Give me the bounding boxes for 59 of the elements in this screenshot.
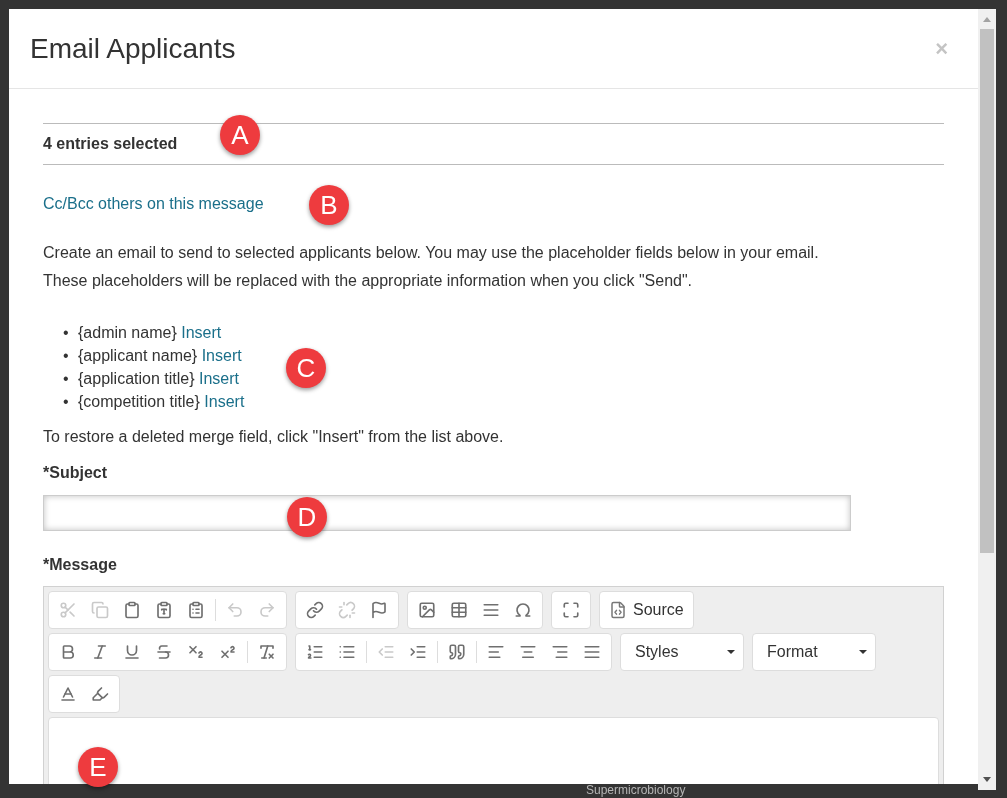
highlight-color-icon [91, 685, 109, 703]
bullet: • [63, 323, 69, 343]
clipboard-document-icon [187, 601, 205, 619]
placeholder-field: {application title} [78, 370, 195, 387]
placeholder-field: {applicant name} [78, 347, 198, 364]
undo-icon [226, 601, 244, 619]
clipboard-text-icon [155, 601, 173, 619]
bullet: • [63, 392, 69, 412]
link-icon [306, 601, 324, 619]
italic-icon [91, 643, 109, 661]
message-label: *Message [43, 556, 118, 574]
caret-icon [727, 650, 735, 654]
maximize-icon [562, 601, 580, 619]
insert-link[interactable]: Insert [199, 370, 239, 387]
source-code-icon [609, 601, 627, 619]
insert-link[interactable]: Insert [201, 347, 242, 364]
dialog-title: Email Applicants [30, 32, 236, 65]
quote-icon [448, 643, 466, 661]
unlink-icon [338, 601, 356, 619]
source-button[interactable]: Source [599, 591, 694, 629]
underline-icon [123, 643, 141, 661]
copy-icon [91, 601, 109, 619]
intro-text: Create an email to send to selected applicants below. You may use the placeholder fields below in your email. These placeholders will be replaced with the appropriate information when you click "Send". [43, 243, 820, 291]
align-center-icon [519, 643, 537, 661]
image-icon [418, 601, 436, 619]
flag-icon [370, 601, 388, 619]
strikethrough-icon [155, 643, 173, 661]
bullet: • [63, 346, 69, 366]
clipboard-icon [123, 601, 141, 619]
subject-input[interactable] [43, 495, 851, 531]
align-left-icon [487, 643, 505, 661]
bullet: • [63, 369, 69, 389]
scissors-icon [59, 601, 77, 619]
bullet-list-icon [338, 643, 356, 661]
restore-note: To restore a deleted merge field, click "Insert" from the list above. [43, 428, 505, 446]
subject-label: *Subject [43, 464, 108, 482]
indent-icon [409, 643, 427, 661]
outdent-icon [377, 643, 395, 661]
align-justify-icon [583, 643, 601, 661]
omega-icon [514, 601, 532, 619]
dropdown[interactable]: Styles [620, 633, 744, 671]
cc-bcc-link[interactable]: Cc/Bcc others on this message [43, 195, 264, 212]
insert-link[interactable]: Insert [204, 393, 245, 410]
numbered-list-icon [306, 643, 324, 661]
subscript-icon [187, 643, 205, 661]
superscript-icon [219, 643, 237, 661]
redo-icon [258, 601, 276, 619]
dropdown[interactable]: Format [752, 633, 876, 671]
remove-format-icon [258, 643, 276, 661]
background-text: Supermicrobiology [586, 784, 686, 797]
text-color-icon [59, 685, 77, 703]
align-right-icon [551, 643, 569, 661]
placeholder-field: {admin name} [78, 324, 177, 341]
insert-link[interactable]: Insert [181, 324, 222, 341]
caret-icon [859, 650, 867, 654]
table-icon [450, 601, 468, 619]
placeholder-field: {competition title} [78, 393, 200, 410]
scrollbar[interactable] [978, 9, 996, 790]
horizontal-lines-icon [482, 601, 500, 619]
